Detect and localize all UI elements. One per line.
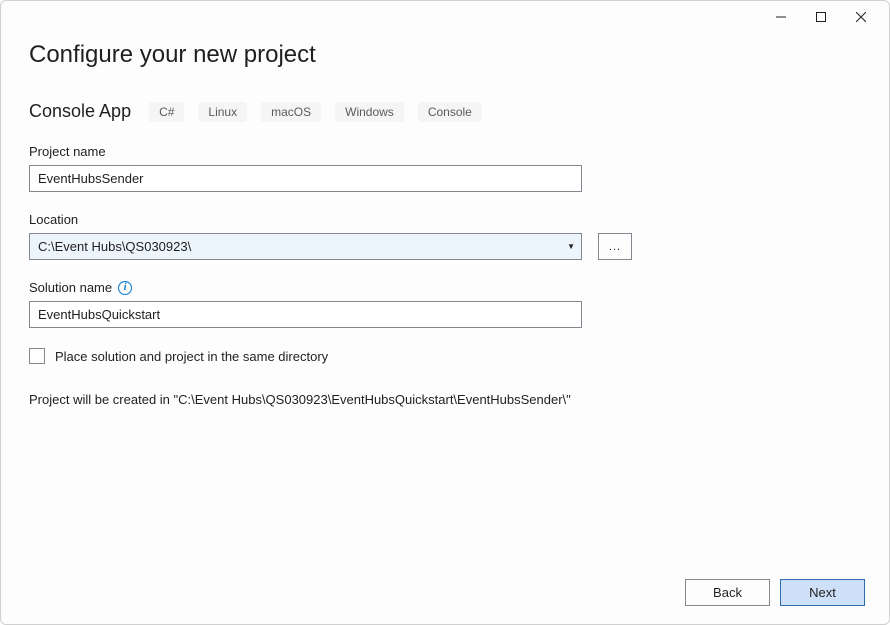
next-button[interactable]: Next [780, 579, 865, 606]
location-field: Location C:\Event Hubs\QS030923\ ▼ ... [29, 212, 861, 260]
template-tag: Windows [335, 102, 404, 122]
solution-name-input[interactable] [29, 301, 582, 328]
close-icon [856, 12, 866, 22]
solution-name-label: Solution name i [29, 280, 861, 295]
maximize-icon [816, 12, 826, 22]
template-tag: Linux [198, 102, 247, 122]
maximize-button[interactable] [801, 3, 841, 31]
browse-button[interactable]: ... [598, 233, 632, 260]
page-title: Configure your new project [29, 41, 861, 69]
project-name-field: Project name [29, 144, 861, 192]
template-tag: C# [149, 102, 184, 122]
dialog-footer: Back Next [685, 579, 865, 606]
dialog-window: Configure your new project Console App C… [0, 0, 890, 625]
titlebar [1, 1, 889, 33]
template-tag: macOS [261, 102, 321, 122]
location-label: Location [29, 212, 861, 227]
template-tag: Console [418, 102, 482, 122]
project-name-input[interactable] [29, 165, 582, 192]
solution-name-field: Solution name i [29, 280, 861, 328]
same-directory-label: Place solution and project in the same d… [55, 349, 328, 364]
template-name: Console App [29, 101, 131, 122]
chevron-down-icon: ▼ [567, 242, 575, 251]
info-icon[interactable]: i [118, 281, 132, 295]
minimize-button[interactable] [761, 3, 801, 31]
back-button[interactable]: Back [685, 579, 770, 606]
same-directory-row: Place solution and project in the same d… [29, 348, 861, 364]
project-name-label: Project name [29, 144, 861, 159]
minimize-icon [776, 12, 786, 22]
close-button[interactable] [841, 3, 881, 31]
same-directory-checkbox[interactable] [29, 348, 45, 364]
creation-path-summary: Project will be created in "C:\Event Hub… [29, 392, 861, 407]
template-header: Console App C# Linux macOS Windows Conso… [29, 101, 861, 122]
dialog-content: Configure your new project Console App C… [1, 33, 889, 624]
location-value: C:\Event Hubs\QS030923\ [38, 239, 191, 254]
location-combobox[interactable]: C:\Event Hubs\QS030923\ ▼ [29, 233, 582, 260]
solution-name-label-text: Solution name [29, 280, 112, 295]
